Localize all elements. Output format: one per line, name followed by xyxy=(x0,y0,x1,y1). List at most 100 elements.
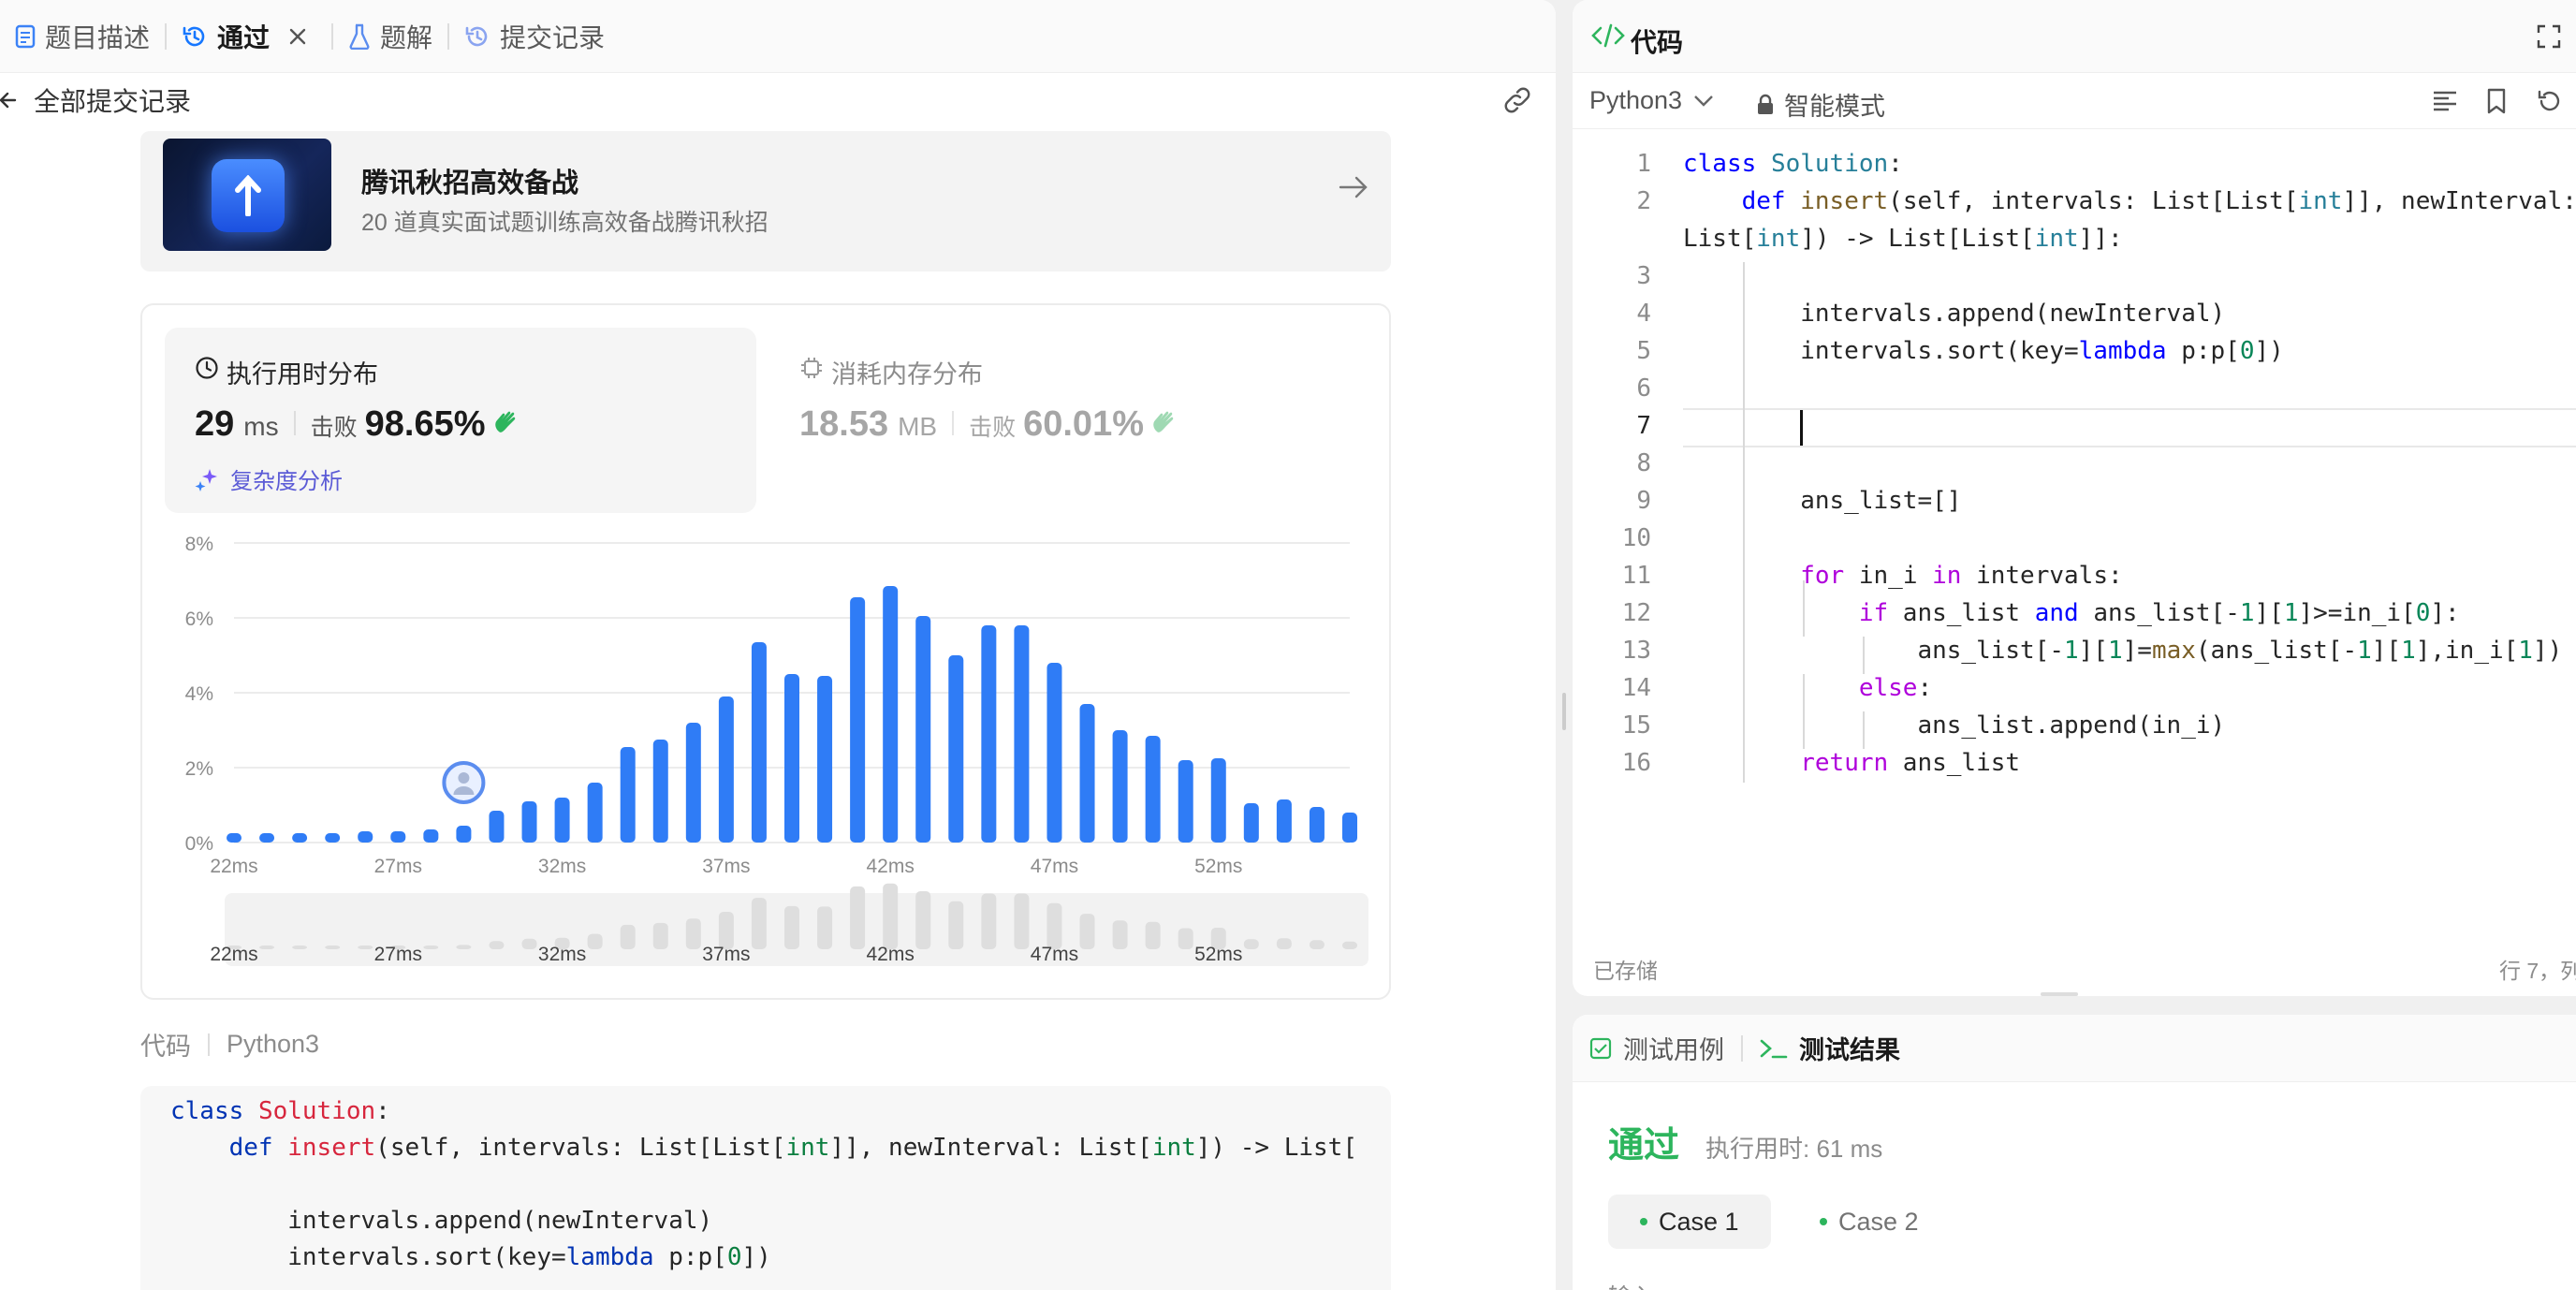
promo-title: 腾讯秋招高效备战 xyxy=(361,169,579,198)
tab-solutions[interactable]: 题解 xyxy=(333,0,447,73)
link-icon[interactable] xyxy=(1501,86,1533,114)
overview-tick-label: 37ms xyxy=(702,944,750,965)
case-status-dot xyxy=(1640,1218,1647,1225)
input-label: 输入 xyxy=(1608,1279,1655,1290)
overview-bar xyxy=(521,938,537,949)
submission-subbar: 全部提交记录 xyxy=(0,73,1556,127)
overview-bar xyxy=(981,893,997,949)
back-label: 全部提交记录 xyxy=(34,87,192,116)
current-line-highlight xyxy=(1683,408,2576,447)
runtime-distribution-chart[interactable]: 0% 2% 4% 6% 8% 22ms 27ms 32ms 37ms 42ms 47ms 52ms 22… xyxy=(142,305,1393,1002)
line-number: 14 xyxy=(1621,674,1651,702)
overview-bar xyxy=(1243,939,1259,949)
bar xyxy=(948,655,964,843)
line-number: 5 xyxy=(1636,337,1651,365)
bar xyxy=(981,625,997,843)
history-icon xyxy=(465,26,488,46)
line-number: 2 xyxy=(1636,187,1651,215)
overview-bar xyxy=(1178,928,1193,949)
case-tab-1[interactable]: Case 1 xyxy=(1608,1195,1771,1249)
code-editor-panel: 代码 Python3 智能模式 1 2 3 4 5 6 7 8 9 10 11 … xyxy=(1573,0,2576,996)
bar xyxy=(325,833,341,843)
tab-results[interactable]: 测试结果 xyxy=(1743,1030,1917,1066)
overview-bar xyxy=(358,946,373,949)
code-editor[interactable]: 1 2 3 4 5 6 7 8 9 10 11 12 13 14 15 16 c… xyxy=(1573,131,2576,927)
line-number: 9 xyxy=(1636,487,1651,515)
text-cursor xyxy=(1800,410,1803,446)
code-line: ans_list=[] xyxy=(1683,487,1962,515)
bar xyxy=(292,833,308,843)
language-label: Python3 xyxy=(1589,86,1683,114)
bar xyxy=(751,642,767,843)
overview-bar xyxy=(652,922,668,949)
overview-bar xyxy=(1309,940,1325,949)
overview-bar xyxy=(883,883,899,949)
overview-tick-label: 47ms xyxy=(1031,944,1078,965)
case-tab-2[interactable]: Case 2 xyxy=(1801,1195,1938,1249)
code-line: ans_list[-1][1]=max(ans_list[-1][1],in_i… xyxy=(1683,637,2563,665)
bar xyxy=(784,674,799,843)
tab-description[interactable]: 题目描述 xyxy=(0,0,165,73)
overview-tick-label: 22ms xyxy=(210,944,257,965)
case-status-dot xyxy=(1820,1218,1827,1225)
tab-testcases[interactable]: 测试用例 xyxy=(1573,1030,1741,1066)
bar xyxy=(1079,704,1095,843)
result-status-row: 通过 执行用时: 61 ms xyxy=(1608,1116,1882,1167)
bar xyxy=(521,801,537,843)
code-line: ans_list.append(in_i) xyxy=(1683,711,2226,740)
language-select[interactable]: Python3 xyxy=(1589,86,1714,115)
bar xyxy=(489,811,505,843)
code-section-header: 代码 Python3 xyxy=(140,1026,319,1063)
close-icon[interactable] xyxy=(288,27,307,46)
resize-grip xyxy=(1562,693,1566,730)
line-number: 16 xyxy=(1621,749,1651,777)
divider xyxy=(208,1033,210,1056)
bar xyxy=(883,586,899,843)
line-number: 10 xyxy=(1621,524,1651,552)
overview-bar xyxy=(948,901,964,949)
editor-status-bar: 已存储 行 7，列 xyxy=(1573,942,2576,989)
bar xyxy=(1210,758,1226,843)
format-icon[interactable] xyxy=(2432,90,2458,112)
bar xyxy=(1243,803,1259,843)
panel-resize-handle[interactable] xyxy=(1556,0,1573,1290)
editor-toolbar: Python3 智能模式 xyxy=(1573,73,2576,129)
tab-accepted[interactable]: 通过 xyxy=(167,0,331,73)
submitted-code-block[interactable]: class Solution: def insert(self, interva… xyxy=(140,1086,1391,1290)
code-line: for in_i in intervals: xyxy=(1800,562,2123,590)
bar xyxy=(1112,730,1128,843)
editor-header: 代码 xyxy=(1573,0,2576,73)
tab-submissions[interactable]: 提交记录 xyxy=(449,0,620,73)
bar xyxy=(620,747,636,843)
code-line: class Solution: xyxy=(170,1097,390,1125)
code-line: else: xyxy=(1858,674,1933,702)
back-to-submissions[interactable]: 全部提交记录 xyxy=(0,81,191,119)
vertical-resize-handle[interactable] xyxy=(2041,992,2078,996)
code-line: if ans_list and ans_list[-1][1]>=in_i[0]… xyxy=(1858,599,2460,627)
bar xyxy=(1046,663,1062,843)
editor-title: 代码 xyxy=(1631,28,1684,57)
bookmark-icon[interactable] xyxy=(2486,88,2507,114)
overview-bar xyxy=(1046,902,1062,949)
checkbox-icon xyxy=(1589,1037,1612,1059)
code-label: 代码 xyxy=(140,1033,191,1061)
smart-mode-toggle[interactable]: 智能模式 xyxy=(1756,86,1885,123)
bar xyxy=(587,783,603,843)
result-status: 通过 xyxy=(1608,1126,1680,1165)
x-tick-label: 32ms xyxy=(538,856,586,877)
tab-results-label: 测试结果 xyxy=(1799,1036,1900,1064)
flask-icon xyxy=(349,23,370,50)
fullscreen-icon[interactable] xyxy=(2537,24,2561,49)
bar xyxy=(1342,813,1357,843)
code-line: intervals.sort(key=lambda p:p[0]) xyxy=(1683,337,2284,365)
overview-bar xyxy=(423,946,439,949)
x-tick-label: 52ms xyxy=(1194,856,1242,877)
promo-banner[interactable]: 腾讯秋招高效备战 20 道真实面试题训练高效备战腾讯秋招 xyxy=(140,131,1391,271)
bar xyxy=(817,676,833,843)
reset-icon[interactable] xyxy=(2537,88,2563,114)
tab-testcases-label: 测试用例 xyxy=(1623,1036,1724,1064)
arrow-left-icon xyxy=(0,92,17,109)
code-language: Python3 xyxy=(227,1030,320,1058)
line-number: 8 xyxy=(1636,449,1651,477)
overview-tick-label: 32ms xyxy=(538,944,586,965)
